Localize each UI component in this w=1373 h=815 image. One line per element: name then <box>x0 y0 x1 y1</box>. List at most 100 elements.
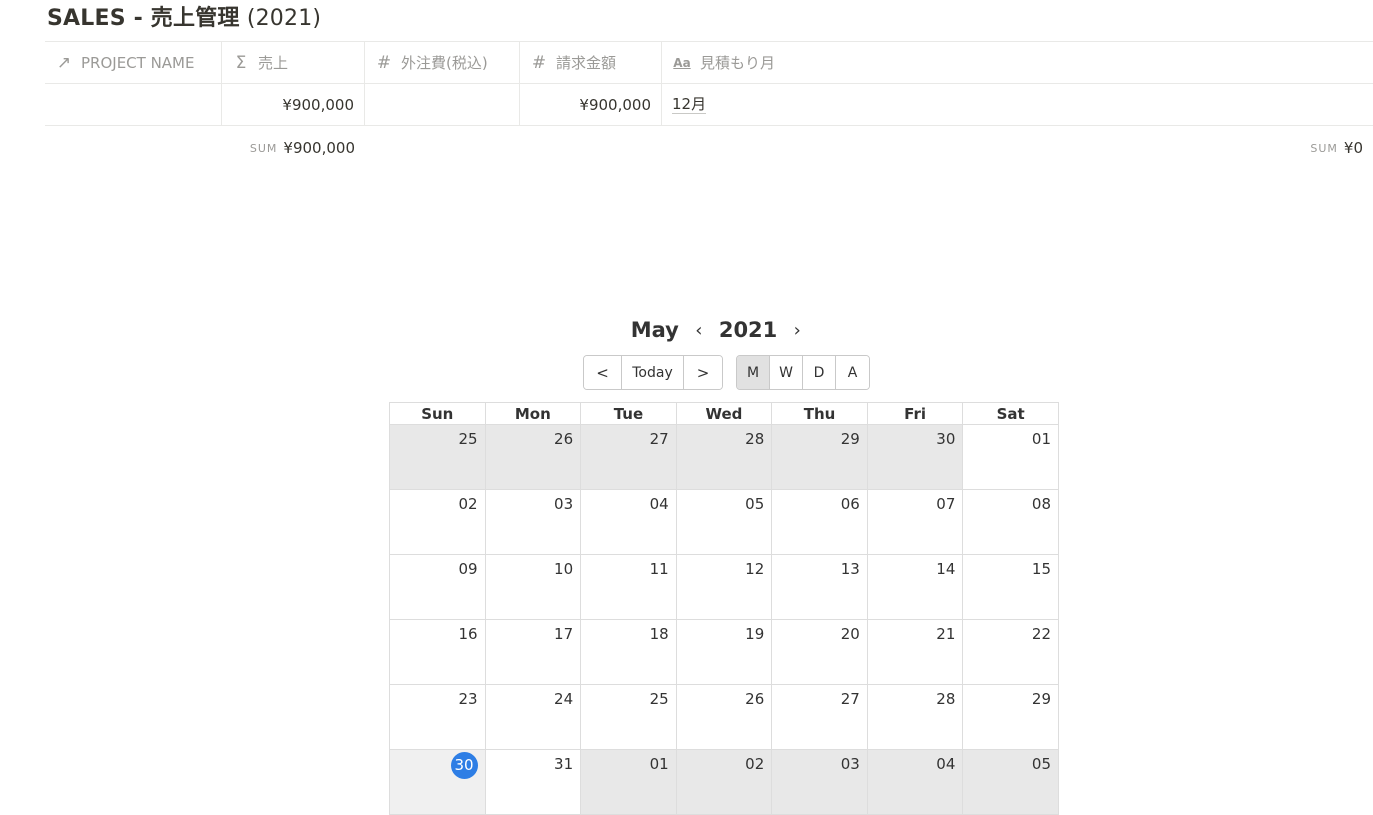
calendar-week-row: 25 26 27 28 29 30 01 <box>389 424 1059 490</box>
calendar-day-cell[interactable]: 09 <box>389 554 486 620</box>
calendar-day-cell[interactable]: 29 <box>771 424 868 490</box>
calendar-day-cell[interactable]: 27 <box>580 424 677 490</box>
text-aa-icon: Aa <box>673 55 691 70</box>
calendar-day-cell[interactable]: 26 <box>484 424 582 490</box>
table-row[interactable]: ¥900,000 ¥900,000 12月 <box>45 84 1373 126</box>
calendar-day-cell[interactable]: 07 <box>866 489 964 555</box>
calendar-day-cell[interactable]: 02 <box>675 749 773 815</box>
calendar-day-cell[interactable]: 13 <box>771 554 868 620</box>
view-month-button[interactable]: M <box>737 356 770 389</box>
cell-billing[interactable]: ¥900,000 <box>520 84 662 125</box>
day-number: 09 <box>458 560 478 578</box>
column-header-outsourcing[interactable]: # 外注費(税込) <box>365 42 520 83</box>
day-number: 27 <box>649 430 669 448</box>
calendar-day-cell[interactable]: 01 <box>580 749 677 815</box>
calendar-day-cell[interactable]: 31 <box>484 749 582 815</box>
calendar-day-cell[interactable]: 28 <box>866 684 964 750</box>
sigma-icon: Σ <box>235 52 247 73</box>
calendar-day-cell[interactable]: 14 <box>866 554 964 620</box>
calendar-day-cell[interactable]: 23 <box>389 684 486 750</box>
day-number: 23 <box>458 690 478 708</box>
day-number: 10 <box>554 560 574 578</box>
view-week-button[interactable]: W <box>770 356 803 389</box>
calendar-day-cell[interactable]: 10 <box>484 554 582 620</box>
view-agenda-button[interactable]: A <box>836 356 869 389</box>
calendar-day-cell[interactable]: 02 <box>389 489 486 555</box>
calendar-day-cell[interactable]: 20 <box>771 619 868 685</box>
column-header-sales[interactable]: Σ 売上 <box>222 42 365 83</box>
calendar-day-cell[interactable]: 18 <box>580 619 677 685</box>
cell-outsourcing[interactable] <box>365 84 520 125</box>
sum-sales[interactable]: SUM ¥900,000 <box>222 126 365 170</box>
day-number: 21 <box>936 625 956 643</box>
calendar-day-cell[interactable]: 29 <box>962 684 1059 750</box>
sum-value: ¥900,000 <box>283 139 355 157</box>
column-label: PROJECT NAME <box>81 53 195 72</box>
day-number: 08 <box>1031 495 1051 513</box>
day-number: 27 <box>840 690 860 708</box>
calendar-day-cell[interactable]: 25 <box>580 684 677 750</box>
column-label: 売上 <box>258 54 289 72</box>
calendar-grid: Sun Mon Tue Wed Thu Fri Sat 25 26 27 28 29 30… <box>389 402 1059 815</box>
sum-outsourcing[interactable]: SUM ¥0 <box>365 126 1373 170</box>
calendar-day-cell[interactable]: 15 <box>962 554 1059 620</box>
calendar-day-cell[interactable]: 30 <box>866 424 964 490</box>
day-number: 01 <box>1031 430 1051 448</box>
calendar-day-cell[interactable]: 08 <box>962 489 1059 555</box>
column-header-project-name[interactable]: ↗ PROJECT NAME <box>45 42 222 83</box>
day-number: 11 <box>649 560 669 578</box>
next-button[interactable]: > <box>684 356 722 389</box>
calendar-day-cell[interactable]: 24 <box>484 684 582 750</box>
calendar-week-row: 02 03 04 05 06 07 08 <box>389 489 1059 555</box>
calendar-day-cell[interactable]: 06 <box>771 489 868 555</box>
chevron-right-icon[interactable]: › <box>777 320 817 341</box>
column-header-billing[interactable]: # 請求金額 <box>520 42 662 83</box>
day-number: 15 <box>1031 560 1051 578</box>
cell-sales[interactable]: ¥900,000 <box>222 84 365 125</box>
calendar-day-cell[interactable]: 05 <box>675 489 773 555</box>
calendar-day-cell[interactable]: 05 <box>962 749 1059 815</box>
calendar-day-cell[interactable]: 25 <box>389 424 486 490</box>
calendar-day-cell[interactable]: 30 <box>389 749 486 815</box>
calendar-day-cell[interactable]: 22 <box>962 619 1059 685</box>
calendar-day-cell[interactable]: 16 <box>389 619 486 685</box>
cell-project-name[interactable] <box>45 84 222 125</box>
prev-button[interactable]: < <box>584 356 622 389</box>
today-button[interactable]: Today <box>622 356 684 389</box>
calendar-day-cell[interactable]: 26 <box>675 684 773 750</box>
calendar-day-cell[interactable]: 04 <box>580 489 677 555</box>
calendar-week-row: 16 17 18 19 20 21 22 <box>389 619 1059 685</box>
day-number: 13 <box>840 560 860 578</box>
calendar-day-cell[interactable]: 27 <box>771 684 868 750</box>
day-number: 01 <box>649 755 669 773</box>
column-header-estimate-month[interactable]: Aa 見積もり月 <box>662 42 1373 83</box>
calendar-month: May <box>630 318 679 342</box>
calendar-day-cell[interactable]: 03 <box>484 489 582 555</box>
weekday-header: Sat <box>962 402 1059 425</box>
calendar-day-cell[interactable]: 12 <box>675 554 773 620</box>
page-title: SALES - 売上管理 (2021) <box>47 0 321 32</box>
day-number: 04 <box>936 755 956 773</box>
calendar-day-cell[interactable]: 28 <box>675 424 773 490</box>
calendar-day-cell[interactable]: 21 <box>866 619 964 685</box>
navigation-button-group: < Today > <box>583 355 723 390</box>
calendar-day-cell[interactable]: 04 <box>866 749 964 815</box>
day-number: 05 <box>745 495 765 513</box>
weekday-header: Sun <box>389 402 486 425</box>
day-number: 26 <box>745 690 765 708</box>
day-number: 24 <box>554 690 574 708</box>
calendar-week-row: 23 24 25 26 27 28 29 <box>389 684 1059 750</box>
calendar-day-cell[interactable]: 19 <box>675 619 773 685</box>
calendar-day-cell[interactable]: 03 <box>771 749 868 815</box>
sum-label: SUM <box>249 141 278 155</box>
day-number: 06 <box>840 495 860 513</box>
calendar-day-cell[interactable]: 01 <box>962 424 1059 490</box>
day-number: 07 <box>936 495 956 513</box>
calendar-day-cell[interactable]: 17 <box>484 619 582 685</box>
calendar-week-row: 30 31 01 02 03 04 05 <box>389 749 1059 815</box>
view-day-button[interactable]: D <box>803 356 836 389</box>
cell-estimate-month[interactable]: 12月 <box>662 84 1373 125</box>
day-number: 18 <box>649 625 669 643</box>
calendar-day-cell[interactable]: 11 <box>580 554 677 620</box>
chevron-left-icon[interactable]: ‹ <box>679 320 719 341</box>
